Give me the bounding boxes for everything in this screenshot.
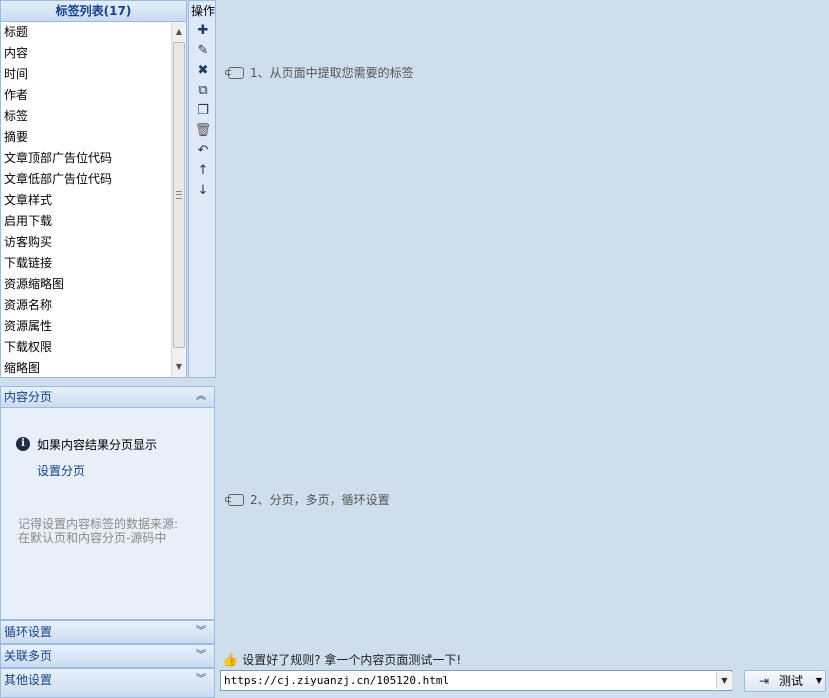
pagination-panel-header[interactable]: 内容分页 ︽ xyxy=(0,386,215,408)
pagination-note: 记得设置内容标签的数据来源: 在默认页和内容分页-源码中 xyxy=(18,517,178,545)
collapse-up-icon[interactable]: ︽ xyxy=(196,387,206,407)
tag-list-item[interactable]: 摘要 xyxy=(1,127,171,148)
copy-icon[interactable]: ⧉ xyxy=(192,82,214,100)
tag-list-item[interactable]: 内容 xyxy=(1,43,171,64)
step-1-hint: 1、从页面中提取您需要的标签 xyxy=(225,64,414,81)
pointing-hand-icon xyxy=(225,494,244,506)
edit-icon[interactable]: ✎ xyxy=(192,42,214,60)
scroll-grip-icon xyxy=(176,191,182,199)
other-settings-panel-header[interactable]: 其他设置 ︾ xyxy=(0,668,215,698)
expand-down-icon[interactable]: ︾ xyxy=(196,621,206,643)
tag-list-scrollbar[interactable]: ▲ ▼ xyxy=(171,22,186,377)
move-up-icon[interactable]: ↑ xyxy=(192,162,214,180)
test-button[interactable]: ⇥ 测试 ▼ xyxy=(744,670,826,692)
expand-down-icon[interactable]: ︾ xyxy=(196,669,206,691)
move-down-icon[interactable]: ↓ xyxy=(192,182,214,200)
loop-settings-title: 循环设置 xyxy=(4,625,53,639)
test-url-input[interactable]: https://cj.ziyuanzj.cn/105120.html xyxy=(220,670,732,691)
other-settings-title: 其他设置 xyxy=(4,673,53,687)
thumbs-up-icon: 👍 xyxy=(222,653,239,668)
related-pages-panel-header[interactable]: 关联多页 ︾ xyxy=(0,644,215,668)
test-dropdown-arrow-icon[interactable]: ▼ xyxy=(816,671,822,691)
test-hint: 👍 设置好了规则? 拿一个内容页面测试一下! xyxy=(222,651,461,668)
tag-list-item[interactable]: 资源名称 xyxy=(1,295,171,316)
tag-list-item[interactable]: 时间 xyxy=(1,64,171,85)
tag-list-item[interactable]: 资源缩略图 xyxy=(1,274,171,295)
pagination-panel-title: 内容分页 xyxy=(4,390,53,404)
loop-settings-panel-header[interactable]: 循环设置 ︾ xyxy=(0,620,215,644)
tag-list-item[interactable]: 缩略图 xyxy=(1,358,171,377)
step-2-hint: 2、分页，多页，循环设置 xyxy=(225,491,390,508)
pagination-note-line2: 在默认页和内容分页-源码中 xyxy=(18,531,167,545)
url-dropdown-arrow-icon[interactable]: ▼ xyxy=(716,672,732,689)
scroll-thumb[interactable] xyxy=(173,42,185,348)
tag-list[interactable]: 标题 内容 时间 作者 标签 摘要 文章顶部广告位代码 文章低部广告位代码 文章样式 启用下载 访客… xyxy=(1,22,171,377)
paste-icon[interactable]: ❐ xyxy=(192,102,214,120)
pointing-hand-icon xyxy=(225,67,244,79)
operations-label: 操作 xyxy=(190,4,215,18)
trash-icon[interactable]: 🗑 xyxy=(192,122,214,140)
expand-down-icon[interactable]: ︾ xyxy=(196,645,206,667)
pagination-info-text: 如果内容结果分页显示 xyxy=(37,438,158,452)
tag-list-item[interactable]: 启用下载 xyxy=(1,211,171,232)
tag-list-title: 标签列表(17) xyxy=(0,0,187,22)
info-icon: i xyxy=(16,437,30,451)
tag-list-item[interactable]: 访客购买 xyxy=(1,232,171,253)
tag-list-item[interactable]: 文章顶部广告位代码 xyxy=(1,148,171,169)
scroll-up-arrow-icon[interactable]: ▲ xyxy=(172,24,186,40)
undo-icon[interactable]: ↶ xyxy=(192,142,214,160)
step-2-text: 2、分页，多页，循环设置 xyxy=(250,493,390,507)
delete-icon[interactable]: ✖ xyxy=(192,62,214,80)
scroll-down-arrow-icon[interactable]: ▼ xyxy=(172,359,186,375)
tag-list-item[interactable]: 标签 xyxy=(1,106,171,127)
tag-list-item[interactable]: 标题 xyxy=(1,22,171,43)
sign-in-icon: ⇥ xyxy=(759,674,770,688)
pagination-note-line1: 记得设置内容标签的数据来源: xyxy=(18,517,179,531)
tag-list-item[interactable]: 下载链接 xyxy=(1,253,171,274)
tag-list-item[interactable]: 文章低部广告位代码 xyxy=(1,169,171,190)
set-pagination-link[interactable]: 设置分页 xyxy=(37,462,85,479)
test-hint-text: 设置好了规则? 拿一个内容页面测试一下! xyxy=(242,653,462,667)
tag-list-item[interactable]: 作者 xyxy=(1,85,171,106)
tag-list-item[interactable]: 下载权限 xyxy=(1,337,171,358)
tag-list-item[interactable]: 文章样式 xyxy=(1,190,171,211)
add-icon[interactable]: ✚ xyxy=(192,22,214,40)
tag-list-item[interactable]: 资源属性 xyxy=(1,316,171,337)
step-1-text: 1、从页面中提取您需要的标签 xyxy=(250,66,414,80)
test-button-label: 测试 xyxy=(779,674,804,688)
related-pages-title: 关联多页 xyxy=(4,649,53,663)
